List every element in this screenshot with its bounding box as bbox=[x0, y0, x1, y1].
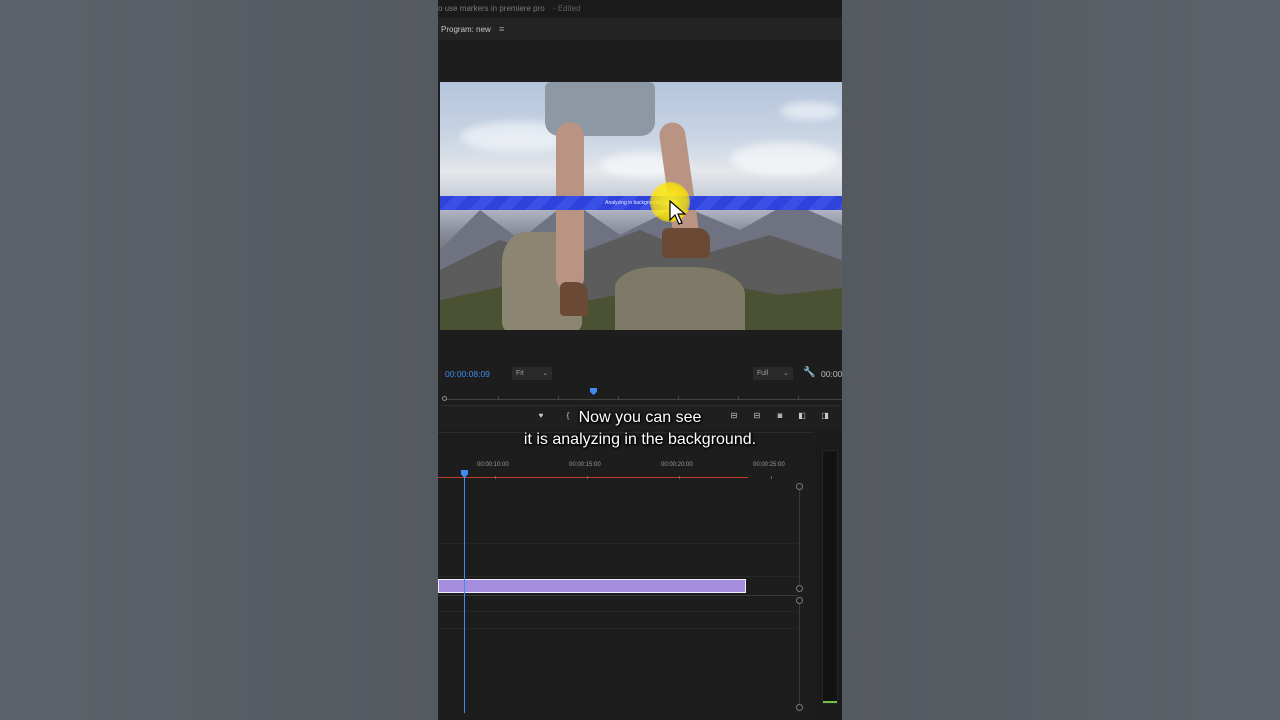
scrub-track bbox=[445, 399, 842, 400]
hiker-boot bbox=[662, 228, 710, 258]
ruler-tick bbox=[587, 476, 588, 479]
cloud-shape bbox=[780, 102, 840, 120]
mouse-cursor-icon bbox=[669, 200, 687, 225]
background-left bbox=[0, 0, 438, 720]
scroll-handle[interactable] bbox=[796, 483, 803, 490]
audio-clip[interactable] bbox=[438, 579, 746, 593]
video-caption: Now you can see it is analyzing in the b… bbox=[438, 407, 842, 451]
duration-timecode: 00:00 bbox=[821, 369, 842, 379]
rock-shape bbox=[615, 267, 745, 330]
monitor-playhead[interactable] bbox=[590, 388, 597, 395]
scroll-handle[interactable] bbox=[796, 585, 803, 592]
ruler-label: 00:00:10:00 bbox=[477, 462, 509, 468]
playhead-timecode[interactable]: 00:00:08:09 bbox=[445, 369, 490, 379]
hiker-boot bbox=[560, 282, 588, 316]
program-monitor-video[interactable]: Analyzing in background (1 of 2) bbox=[440, 82, 842, 330]
scroll-track bbox=[799, 490, 800, 585]
track-divider bbox=[438, 543, 798, 544]
caption-line-1: Now you can see bbox=[578, 409, 702, 426]
hamburger-menu-icon[interactable]: ≡ bbox=[499, 24, 504, 34]
zoom-fit-value: Fit bbox=[516, 370, 524, 377]
ruler-label: 00:00:15:00 bbox=[569, 462, 601, 468]
scroll-handle[interactable] bbox=[796, 597, 803, 604]
wrench-settings-icon[interactable]: 🔧 bbox=[803, 367, 815, 378]
ruler-tick bbox=[771, 476, 772, 479]
window-title-bar: o use markers in premiere pro - Edited bbox=[438, 0, 842, 17]
track-divider bbox=[438, 611, 798, 612]
scroll-handle[interactable] bbox=[796, 704, 803, 711]
zoom-fit-select[interactable]: Fit ⌄ bbox=[512, 367, 552, 380]
scrub-tick bbox=[798, 396, 799, 399]
zoom-handle[interactable] bbox=[442, 396, 447, 401]
track-divider bbox=[438, 595, 798, 596]
window-status: - Edited bbox=[552, 4, 581, 13]
background-right bbox=[842, 0, 1280, 720]
program-monitor-title[interactable]: Program: new bbox=[441, 25, 491, 34]
monitor-controls: 00:00:08:09 Fit ⌄ Full ⌄ 🔧 00:00 bbox=[438, 366, 842, 382]
scrub-tick bbox=[738, 396, 739, 399]
track-divider bbox=[438, 628, 798, 629]
audio-meter-panel bbox=[816, 432, 842, 720]
audio-level bbox=[823, 701, 837, 703]
vertical-scrollbar[interactable] bbox=[796, 483, 804, 713]
caption-line-2: it is analyzing in the background. bbox=[523, 431, 757, 448]
playhead-line bbox=[464, 477, 465, 713]
chevron-down-icon: ⌄ bbox=[542, 370, 548, 377]
scrub-tick bbox=[678, 396, 679, 399]
chevron-down-icon: ⌄ bbox=[783, 370, 789, 377]
audio-meter bbox=[822, 450, 838, 704]
playback-resolution-value: Full bbox=[757, 370, 769, 377]
cloud-shape bbox=[730, 142, 840, 176]
ruler-tick bbox=[495, 476, 496, 479]
playback-resolution-select[interactable]: Full ⌄ bbox=[753, 367, 793, 380]
scrub-tick bbox=[558, 396, 559, 399]
window-title: o use markers in premiere pro bbox=[438, 4, 545, 13]
scroll-track bbox=[799, 604, 800, 704]
ruler-label: 00:00:25:00 bbox=[753, 462, 785, 468]
scrub-tick bbox=[618, 396, 619, 399]
monitor-scrub-bar[interactable] bbox=[438, 385, 842, 403]
scrub-tick bbox=[498, 396, 499, 399]
ruler-label: 00:00:20:00 bbox=[661, 462, 693, 468]
premiere-pro-window: o use markers in premiere pro - Edited P… bbox=[438, 0, 842, 720]
ruler-tick bbox=[679, 476, 680, 479]
timeline-panel[interactable]: 00:00:10:00 00:00:15:00 00:00:20:00 00:0… bbox=[438, 432, 814, 720]
track-divider bbox=[438, 576, 798, 577]
program-monitor-header: Program: new ≡ bbox=[438, 18, 842, 40]
analyzing-progress-bar: Analyzing in background (1 of 2) bbox=[440, 196, 842, 210]
work-area-bar[interactable] bbox=[438, 477, 748, 478]
